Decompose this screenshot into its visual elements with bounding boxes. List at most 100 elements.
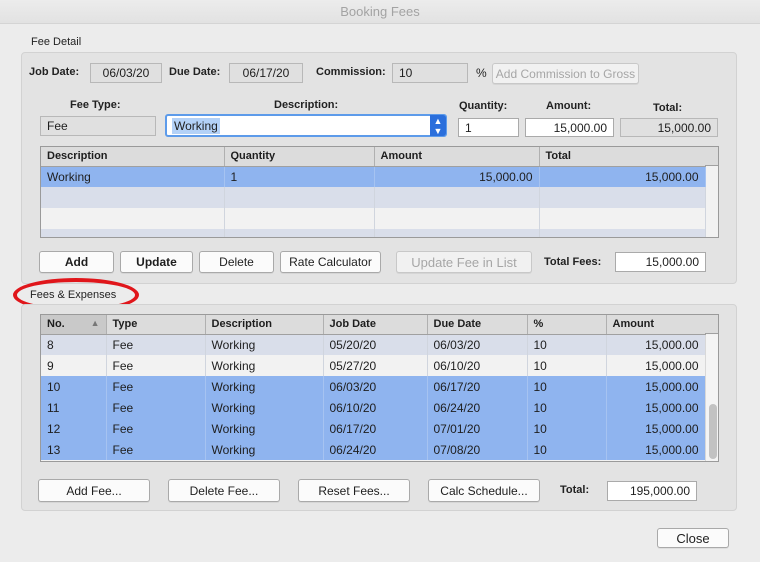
cell-amount: 15,000.00	[606, 418, 706, 439]
cell-description: Working	[205, 334, 324, 355]
column-header-quantity[interactable]: Quantity	[224, 147, 375, 167]
quantity-label: Quantity:	[459, 100, 508, 112]
column-header-amount[interactable]: Amount	[374, 147, 540, 167]
cell-due-date: 06/10/20	[427, 355, 528, 376]
window-title: Booking Fees	[340, 4, 420, 19]
percent-sign: %	[476, 66, 487, 80]
table-row[interactable]: 12 Fee Working 06/17/20 07/01/20 10 15,0…	[41, 418, 706, 439]
cell-no: 13	[41, 439, 107, 460]
empty-row	[41, 187, 706, 208]
column-header-amount[interactable]: Amount	[606, 315, 706, 335]
table-row[interactable]: 9 Fee Working 05/27/20 06/10/20 10 15,00…	[41, 355, 706, 376]
sort-ascending-icon: ▲	[90, 318, 100, 329]
update-button[interactable]: Update	[120, 251, 193, 273]
table-header-corner	[705, 147, 718, 166]
fee-detail-table[interactable]: Description Quantity Amount Total Workin…	[40, 146, 719, 238]
commission-label: Commission:	[316, 66, 386, 78]
add-fee-button[interactable]: Add Fee...	[38, 479, 150, 502]
cell-percent: 10	[527, 376, 607, 397]
due-date-field[interactable]: 06/17/20	[229, 63, 303, 83]
total-fees-label: Total Fees:	[544, 256, 602, 268]
fees-total-field: 195,000.00	[607, 481, 697, 501]
cell-description: Working	[205, 376, 324, 397]
cell-no: 10	[41, 376, 107, 397]
cell-type: Fee	[106, 439, 206, 460]
cell-percent: 10	[527, 439, 607, 460]
amount-label: Amount:	[546, 100, 592, 112]
table-header-corner	[705, 315, 718, 334]
delete-fee-button[interactable]: Delete Fee...	[168, 479, 280, 502]
cell-amount: 15,000.00	[606, 334, 706, 355]
column-header-no-label: No.	[47, 318, 65, 331]
cell-amount: 15,000.00	[606, 439, 706, 460]
empty-row	[41, 208, 706, 229]
rate-calculator-button[interactable]: Rate Calculator	[280, 251, 381, 273]
window-titlebar: Booking Fees	[0, 0, 760, 24]
total-field[interactable]: 15,000.00	[620, 118, 718, 137]
fees-expenses-table[interactable]: No. ▲ Type Description Job Date Due Date…	[40, 314, 719, 462]
fee-type-field[interactable]: Fee	[40, 116, 156, 136]
cell-job-date: 06/10/20	[323, 397, 428, 418]
cell-type: Fee	[106, 376, 206, 397]
cell-no: 12	[41, 418, 107, 439]
calc-schedule-button[interactable]: Calc Schedule...	[428, 479, 540, 502]
cell-quantity: 1	[224, 166, 375, 187]
cell-description: Working	[205, 418, 324, 439]
cell-description: Working	[205, 397, 324, 418]
cell-amount: 15,000.00	[606, 376, 706, 397]
column-header-total[interactable]: Total	[539, 147, 706, 167]
cell-percent: 10	[527, 397, 607, 418]
scrollbar-thumb[interactable]	[709, 404, 717, 459]
column-header-description[interactable]: Description	[205, 315, 324, 335]
fee-type-label: Fee Type:	[70, 99, 121, 111]
job-date-field[interactable]: 06/03/20	[90, 63, 162, 83]
reset-fees-button[interactable]: Reset Fees...	[298, 479, 410, 502]
delete-button[interactable]: Delete	[199, 251, 274, 273]
cell-job-date: 06/24/20	[323, 439, 428, 460]
total-label: Total:	[653, 102, 683, 114]
column-header-description[interactable]: Description	[41, 147, 225, 167]
amount-input[interactable]: 15,000.00	[525, 118, 614, 137]
cell-no: 8	[41, 334, 107, 355]
description-label: Description:	[274, 99, 339, 111]
commission-field[interactable]: 10	[392, 63, 468, 83]
cell-type: Fee	[106, 397, 206, 418]
table-row[interactable]: Working 1 15,000.00 15,000.00	[41, 166, 706, 187]
column-header-due-date[interactable]: Due Date	[427, 315, 528, 335]
cell-total: 15,000.00	[539, 166, 706, 187]
cell-description: Working	[205, 439, 324, 460]
cell-amount: 15,000.00	[606, 355, 706, 376]
cell-job-date: 06/17/20	[323, 418, 428, 439]
cell-description: Working	[41, 166, 225, 187]
table-row[interactable]: 8 Fee Working 05/20/20 06/03/20 10 15,00…	[41, 334, 706, 355]
cell-due-date: 07/08/20	[427, 439, 528, 460]
cell-job-date: 05/20/20	[323, 334, 428, 355]
quantity-input[interactable]: 1	[458, 118, 519, 137]
table-row[interactable]: 10 Fee Working 06/03/20 06/17/20 10 15,0…	[41, 376, 706, 397]
cell-percent: 10	[527, 418, 607, 439]
column-header-percent[interactable]: %	[527, 315, 607, 335]
update-fee-in-list-button[interactable]: Update Fee in List	[396, 251, 532, 273]
column-header-type[interactable]: Type	[106, 315, 206, 335]
description-select-value: Working	[172, 118, 220, 134]
due-date-label: Due Date:	[169, 66, 221, 78]
column-header-no[interactable]: No. ▲	[41, 315, 107, 335]
cell-amount: 15,000.00	[374, 166, 540, 187]
empty-row	[41, 229, 706, 237]
fee-detail-label: Fee Detail	[31, 36, 82, 48]
description-select[interactable]: Working ▲ ▼	[165, 114, 447, 137]
cell-job-date: 05/27/20	[323, 355, 428, 376]
close-button[interactable]: Close	[657, 528, 729, 548]
cell-type: Fee	[106, 355, 206, 376]
cell-description: Working	[205, 355, 324, 376]
column-header-job-date[interactable]: Job Date	[323, 315, 428, 335]
table-row[interactable]: 11 Fee Working 06/10/20 06/24/20 10 15,0…	[41, 397, 706, 418]
cell-due-date: 06/03/20	[427, 334, 528, 355]
cell-type: Fee	[106, 418, 206, 439]
table-row[interactable]: 13 Fee Working 06/24/20 07/08/20 10 15,0…	[41, 439, 706, 460]
fees-total-label: Total:	[560, 484, 590, 496]
add-commission-to-gross-button[interactable]: Add Commission to Gross	[492, 63, 639, 84]
add-button[interactable]: Add	[39, 251, 114, 273]
cell-no: 9	[41, 355, 107, 376]
vertical-scrollbar[interactable]	[705, 335, 718, 461]
